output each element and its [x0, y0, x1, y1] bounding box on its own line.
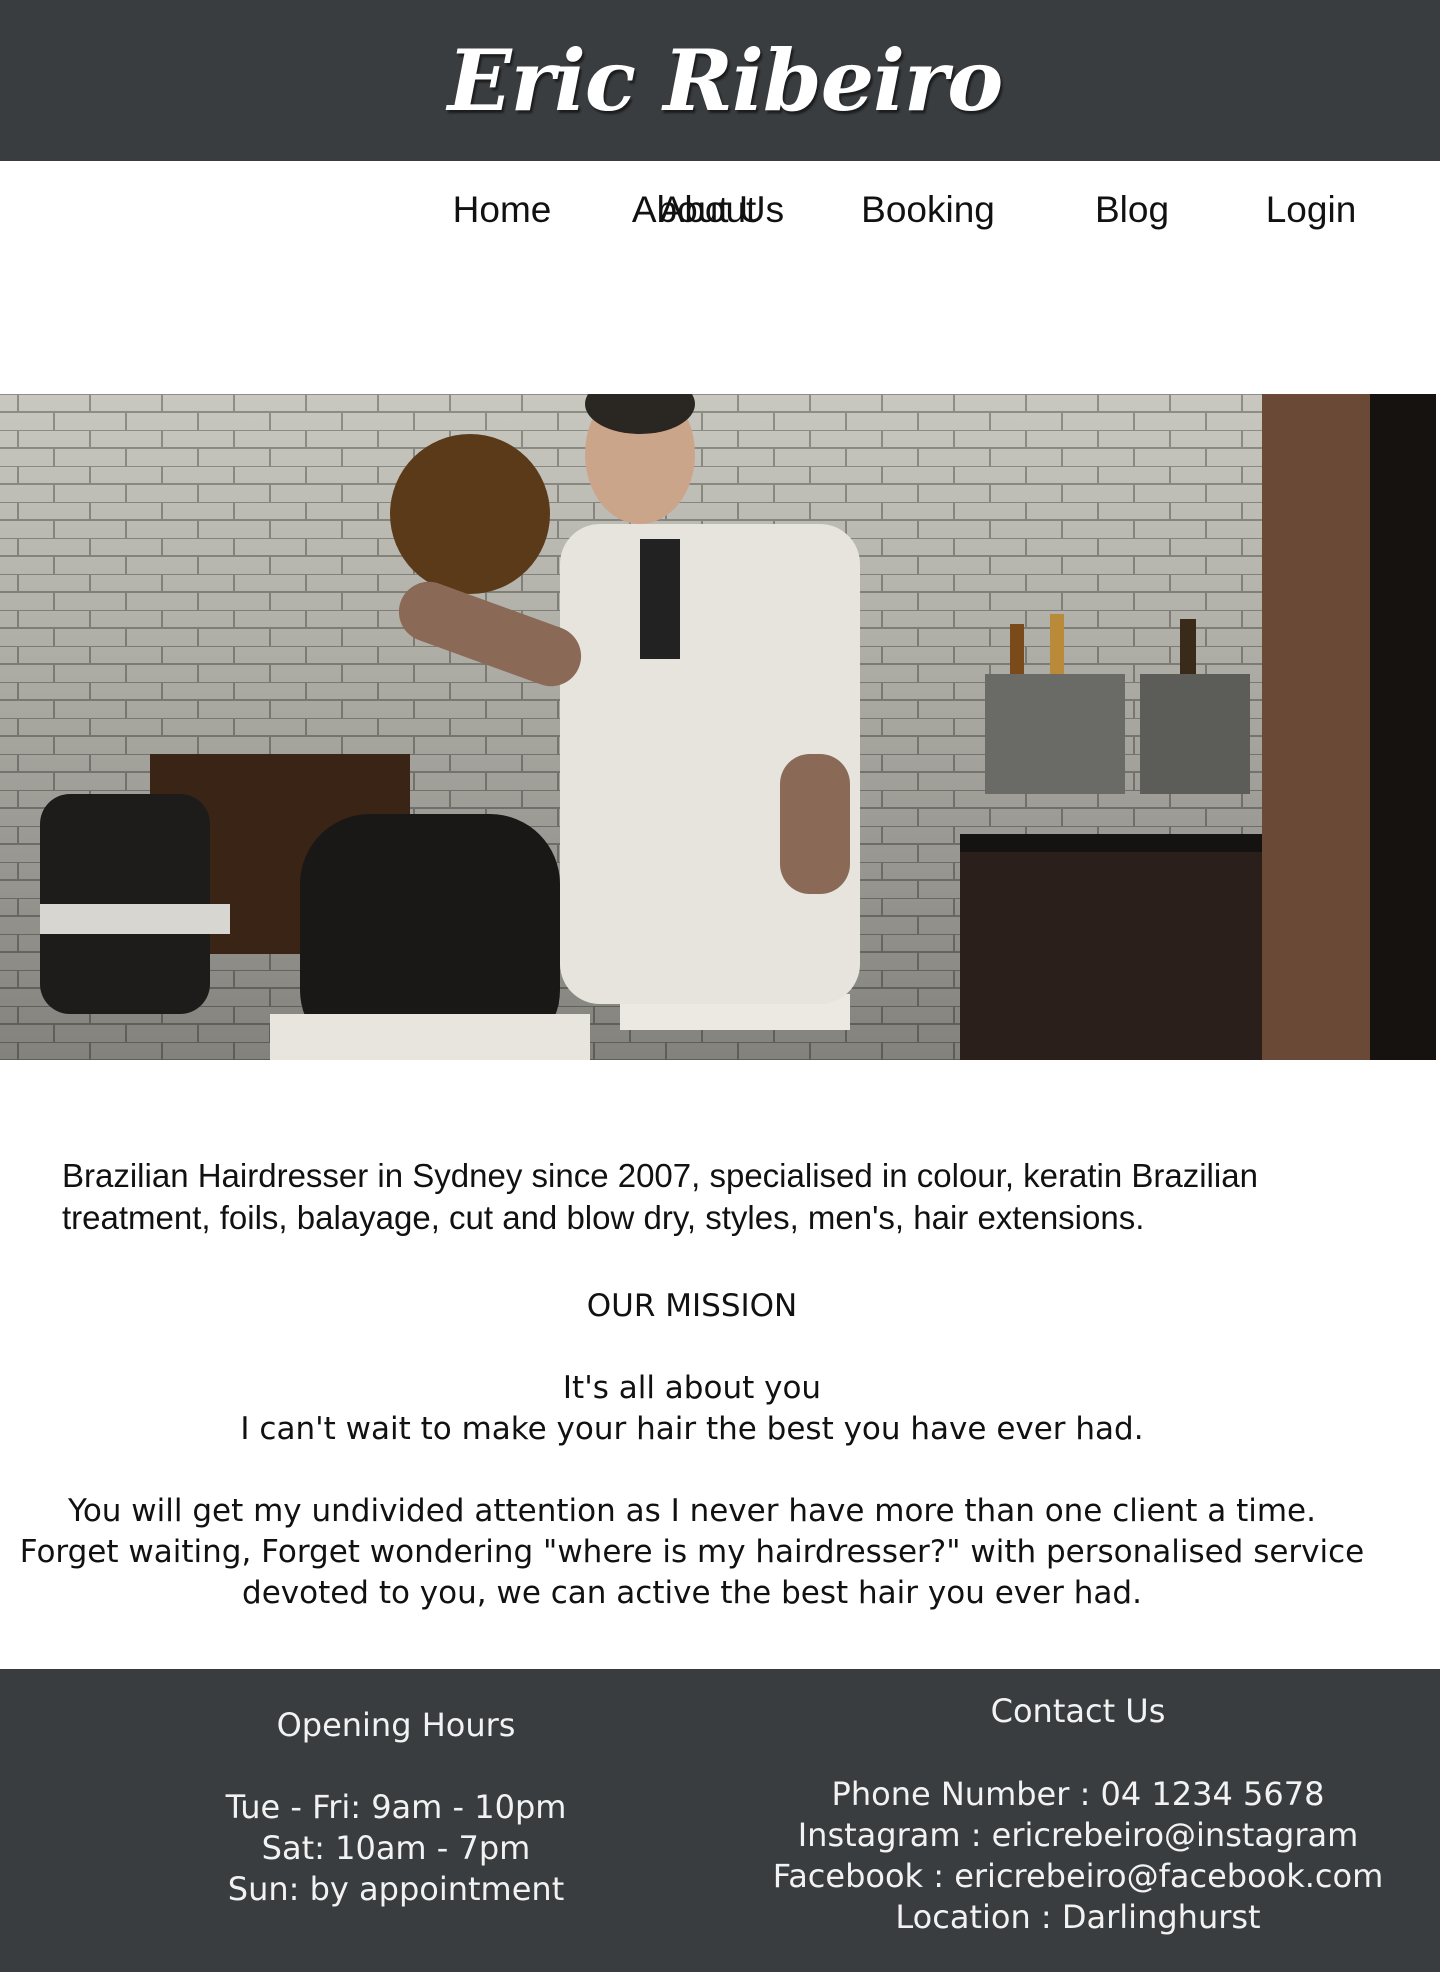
- contact-phone: Phone Number : 04 1234 5678: [831, 1775, 1325, 1813]
- hours-line: Tue - Fri: 9am - 10pm: [225, 1788, 567, 1826]
- mission-heading: OUR MISSION: [586, 1288, 798, 1324]
- opening-hours-heading: Opening Hours: [276, 1706, 516, 1744]
- contact-heading: Contact Us: [990, 1692, 1166, 1730]
- site-footer: Opening Hours Tue - Fri: 9am - 10pm Sat:…: [0, 1669, 1440, 1972]
- mission-paragraph: Forget waiting, Forget wondering "where …: [19, 1534, 1365, 1570]
- mission-line: It's all about you: [562, 1370, 822, 1406]
- hours-line: Sun: by appointment: [227, 1870, 565, 1908]
- hero-image: [0, 394, 1436, 1060]
- nav-blog[interactable]: Blog: [1095, 189, 1169, 231]
- opening-hours: Opening Hours Tue - Fri: 9am - 10pm Sat:…: [196, 1705, 596, 1910]
- mission-paragraph: devoted to you, we can active the best h…: [242, 1575, 1142, 1611]
- contact-location: Location : Darlinghurst: [895, 1898, 1261, 1936]
- mission-paragraph: You will get my undivided attention as I…: [68, 1493, 1316, 1529]
- main-nav: Home About Booking Blog Login About Us: [0, 161, 1440, 293]
- contact-instagram: Instagram : ericrebeiro@instagram: [797, 1816, 1359, 1854]
- site-title[interactable]: Eric Ribeiro: [448, 31, 1004, 130]
- hours-line: Sat: 10am - 7pm: [261, 1829, 531, 1867]
- mission-section: OUR MISSION It's all about you I can't w…: [0, 1286, 1384, 1614]
- nav-home[interactable]: Home: [453, 189, 552, 231]
- contact-us: Contact Us Phone Number : 04 1234 5678 I…: [728, 1691, 1428, 1938]
- nav-booking[interactable]: Booking: [861, 189, 995, 231]
- mission-line: I can't wait to make your hair the best …: [240, 1411, 1144, 1447]
- intro-text: Brazilian Hairdresser in Sydney since 20…: [62, 1157, 1258, 1236]
- nav-about-us[interactable]: About Us: [632, 189, 784, 231]
- site-header: Eric Ribeiro: [0, 0, 1440, 161]
- nav-login[interactable]: Login: [1266, 189, 1357, 231]
- contact-facebook: Facebook : ericrebeiro@facebook.com: [772, 1857, 1384, 1895]
